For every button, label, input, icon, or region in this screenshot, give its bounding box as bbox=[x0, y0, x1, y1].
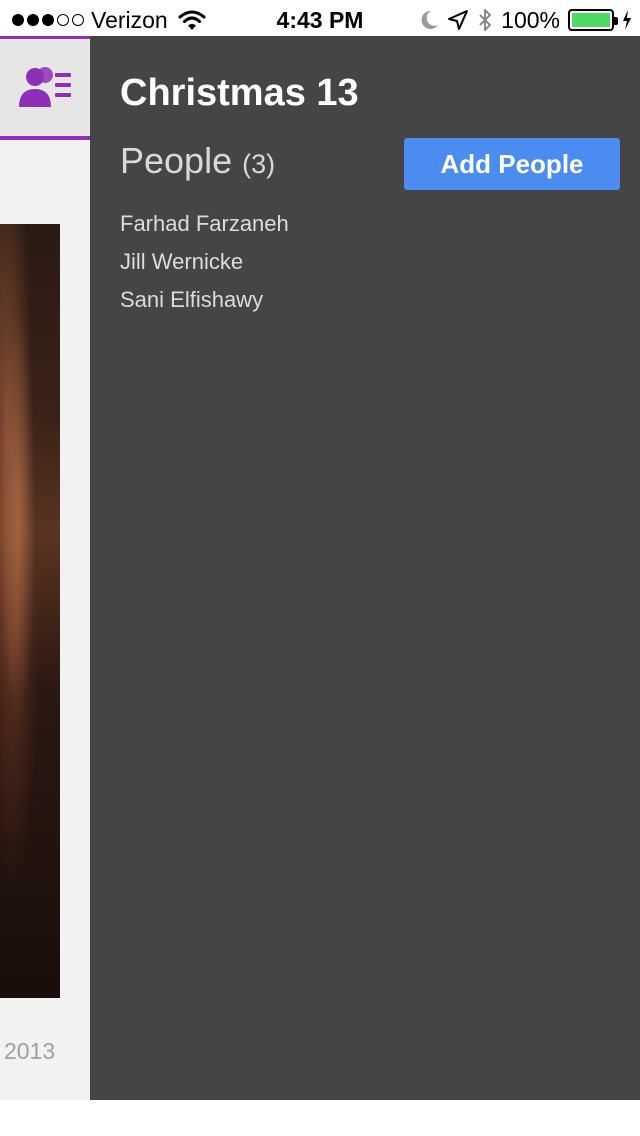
album-photo[interactable] bbox=[0, 224, 60, 998]
people-label: People bbox=[120, 140, 233, 181]
add-people-button[interactable]: Add People bbox=[404, 138, 620, 190]
battery-icon bbox=[568, 9, 618, 31]
charging-icon bbox=[623, 10, 631, 30]
people-count: (3) bbox=[242, 149, 276, 179]
bottom-area bbox=[0, 1100, 640, 1136]
background-content: 2013 bbox=[0, 36, 90, 1100]
person-item[interactable]: Jill Wernicke bbox=[120, 246, 289, 284]
photo-year: 2013 bbox=[4, 1038, 56, 1064]
battery-tip bbox=[614, 17, 618, 25]
people-tab-button[interactable] bbox=[0, 36, 90, 140]
person-item[interactable]: Farhad Farzaneh bbox=[120, 208, 289, 246]
album-title: Christmas 13 bbox=[120, 72, 359, 114]
battery-level bbox=[572, 13, 610, 27]
status-bar-right: 100% bbox=[419, 7, 632, 33]
people-list: Farhad Farzaneh Jill Wernicke Sani Elfis… bbox=[120, 208, 289, 322]
screen: Verizon 4:43 PM 100% 2013 Christmas 13 P… bbox=[0, 0, 640, 1136]
location-icon bbox=[448, 10, 469, 30]
bluetooth-icon bbox=[479, 9, 492, 31]
status-bar: Verizon 4:43 PM 100% bbox=[0, 0, 640, 40]
people-panel: Christmas 13 People (3) Add People Farha… bbox=[90, 36, 640, 1100]
people-list-icon bbox=[19, 66, 71, 107]
moon-icon bbox=[421, 10, 439, 29]
person-item[interactable]: Sani Elfishawy bbox=[120, 284, 289, 322]
battery-percent: 100% bbox=[501, 6, 560, 33]
people-heading: People (3) bbox=[120, 140, 275, 182]
